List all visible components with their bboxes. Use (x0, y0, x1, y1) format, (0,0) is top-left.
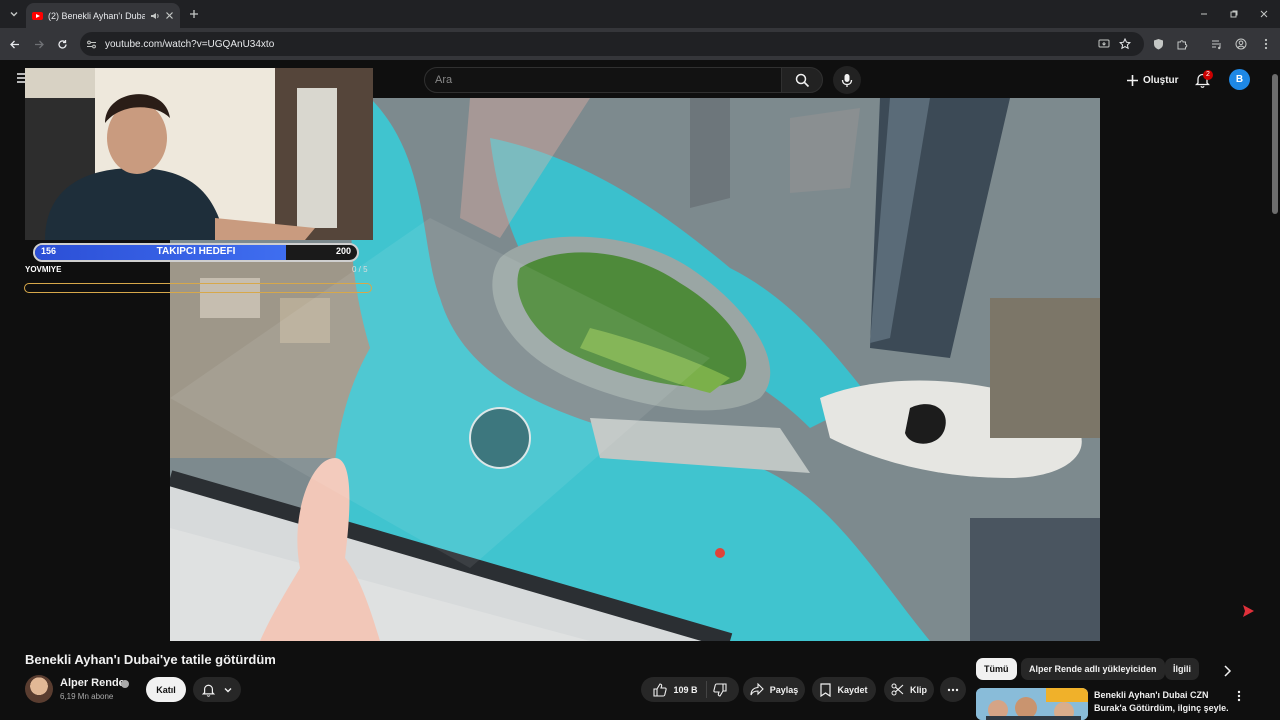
url-text: youtube.com/watch?v=UGQAnU34xto (105, 38, 275, 50)
window-close-icon[interactable] (1256, 6, 1272, 22)
bell-icon (201, 683, 215, 697)
channel-watermark-icon[interactable] (1241, 604, 1255, 618)
video-title: Benekli Ayhan'ı Dubai'ye tatile götürdüm (25, 652, 276, 667)
address-bar[interactable]: youtube.com/watch?v=UGQAnU34xto (80, 32, 1144, 56)
reload-icon[interactable] (54, 36, 70, 52)
search-button[interactable] (781, 67, 823, 93)
shield-extension-icon[interactable] (1150, 36, 1166, 52)
account-avatar[interactable]: B (1229, 69, 1250, 90)
clip-button[interactable]: Klip (884, 677, 934, 702)
restore-icon[interactable] (1226, 6, 1242, 22)
media-controls-icon[interactable] (1209, 36, 1225, 52)
notification-count-badge: 2 (1203, 70, 1213, 80)
chevron-down-icon (223, 685, 233, 695)
browser-menu-icon[interactable] (1258, 36, 1274, 52)
back-arrow-icon[interactable] (6, 36, 22, 52)
tab-search-chevron-icon[interactable] (6, 6, 22, 22)
save-button[interactable]: Kaydet (812, 677, 876, 702)
clip-label: Klip (910, 684, 927, 695)
join-button[interactable]: Katıl (146, 677, 186, 702)
profile-icon[interactable] (1233, 36, 1249, 52)
daily-goal-bar (24, 283, 372, 293)
browser-tab-bar: (2) Benekli Ayhan'ı Dubai'ye (0, 0, 1280, 28)
channel-name[interactable]: Alper Rende (60, 677, 125, 689)
search-icon (795, 73, 810, 88)
thumbs-up-icon (653, 682, 668, 697)
create-label: Oluştur (1143, 74, 1179, 86)
browser-toolbar: youtube.com/watch?v=UGQAnU34xto (0, 28, 1280, 60)
scissors-icon (891, 683, 904, 696)
recommended-video-title[interactable]: Benekli Ayhan'ı Dubai CZN Burak'a Götürd… (1094, 689, 1228, 715)
share-arrow-icon (750, 683, 764, 696)
more-horizontal-icon (947, 688, 959, 692)
install-app-icon[interactable] (1096, 36, 1112, 52)
follower-goal-bar: TAKIPCI HEDEFI 156 200 (33, 243, 359, 262)
dislike-button[interactable] (712, 682, 727, 697)
extensions-puzzle-icon[interactable] (1174, 36, 1190, 52)
youtube-favicon-icon (32, 11, 43, 20)
channel-avatar[interactable] (25, 675, 53, 703)
chevron-right-icon[interactable] (1218, 662, 1236, 680)
tab-close-icon[interactable] (165, 11, 174, 20)
like-count: 109 B (673, 684, 698, 695)
follower-goal-label: TAKIPCI HEDEFI (156, 246, 236, 257)
verified-badge-icon (121, 680, 129, 688)
tab-title: (2) Benekli Ayhan'ı Dubai'ye (48, 10, 145, 21)
chip-from-uploader[interactable]: Alper Rende adlı yükleyiciden (1021, 658, 1165, 680)
forward-arrow-icon[interactable] (31, 36, 47, 52)
scrollbar-thumb[interactable] (1272, 74, 1278, 214)
subscription-bell-button[interactable] (193, 677, 241, 702)
more-actions-button[interactable] (940, 677, 966, 702)
save-label: Kaydet (837, 684, 868, 695)
more-vertical-icon[interactable] (1232, 688, 1246, 704)
follower-goal-target: 200 (335, 246, 351, 256)
browser-tab[interactable]: (2) Benekli Ayhan'ı Dubai'ye (26, 3, 180, 28)
like-button[interactable]: 109 B (653, 681, 707, 698)
share-button[interactable]: Paylaş (743, 677, 805, 702)
chip-all[interactable]: Tümü (976, 658, 1017, 680)
site-info-icon[interactable] (86, 39, 97, 50)
rec-title-line-2: Burak'a Götürdüm, ilginç şeyle... (1094, 703, 1228, 713)
microphone-icon (841, 73, 853, 88)
subscriber-count: 6,19 Mn abone (60, 692, 114, 701)
streamer-webcam (25, 68, 373, 240)
minimize-icon[interactable] (1196, 6, 1212, 22)
recommended-video-thumbnail[interactable] (976, 688, 1088, 720)
like-dislike-group: 109 B (641, 677, 739, 702)
new-tab-plus-icon[interactable] (186, 6, 202, 22)
rec-title-line-1: Benekli Ayhan'ı Dubai CZN (1094, 690, 1209, 700)
page-scrollbar[interactable] (1270, 60, 1280, 720)
chip-related[interactable]: İlgili (1165, 658, 1199, 680)
bookmark-star-icon[interactable] (1117, 36, 1133, 52)
search-input[interactable]: Ara (424, 67, 782, 93)
plus-icon (1126, 74, 1139, 87)
follower-goal-current: 156 (41, 246, 57, 256)
share-label: Paylaş (769, 684, 799, 695)
daily-goal-count: 0 / 5 (352, 265, 368, 274)
bookmark-icon (820, 682, 832, 697)
daily-goal-label: YOVMIYE (25, 265, 62, 274)
speaker-icon[interactable] (150, 11, 160, 21)
voice-search-button[interactable] (833, 66, 861, 94)
create-button[interactable]: Oluştur (1116, 67, 1189, 93)
